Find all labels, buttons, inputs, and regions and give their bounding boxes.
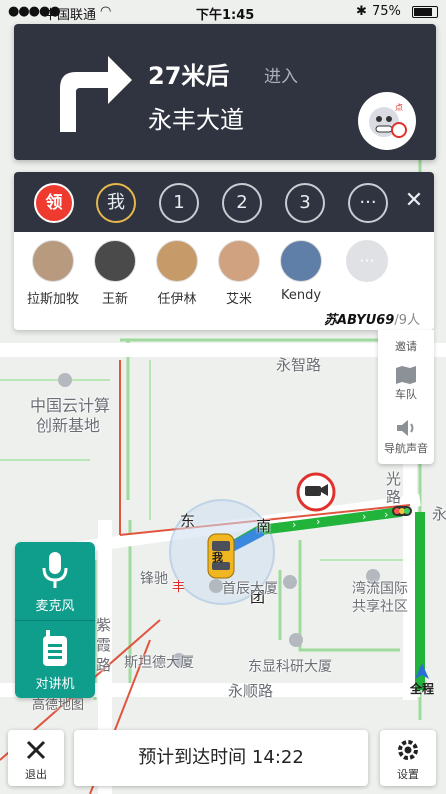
nav-voice-button[interactable]: 导航声音 [378,414,434,456]
wifi-icon: ◠ [100,4,112,19]
group-panel: 领 我 1 2 3 ··· ✕ 拉斯加牧 王新 任伊林 艾米 Kendy ···… [14,172,434,330]
fleet-label: 车队 [395,388,417,401]
road-label-zixia-3: 路 [96,656,112,674]
member-item[interactable]: 任伊林 [146,240,208,307]
avatar [156,240,198,282]
road-label-zixia-2: 霞 [96,636,112,654]
tab-me[interactable]: 我 [96,183,136,223]
close-icon[interactable]: ✕ [400,187,428,215]
avatar [218,240,260,282]
exit-button[interactable]: 退出 [8,730,64,786]
svg-text:›: › [292,518,296,531]
road-label-nan: 南 [256,517,272,535]
settings-button[interactable]: 设置 [380,730,436,786]
poi-label-stanford: 斯坦德大厦 [124,655,194,671]
poi-label-dongxian: 东显科研大厦 [248,659,332,675]
poi-label-fengchi: 锋驰 [140,571,168,587]
avatar [32,240,74,282]
fleet-button[interactable]: 车队 [378,362,434,402]
carrier-name: 中国联通 [44,8,97,23]
tab-channel-2[interactable]: 2 [222,183,262,223]
svg-text:›: › [316,515,320,528]
nav-distance: 27米后 [148,62,230,90]
plate-line: 苏ABYU69/9人 [324,309,420,328]
bluetooth-icon: ✱ [356,4,367,19]
status-time: 下午1:45 [196,8,255,23]
exit-label: 退出 [25,768,47,781]
svg-text:›: › [362,510,366,523]
poi-label-cloud-2: 创新基地 [36,416,101,435]
road-label-lu: 路 [386,488,402,506]
fleet-map-icon [396,366,416,384]
turn-right-arrow-icon [60,56,132,132]
road-label-yong: 永 [432,505,446,523]
battery-level [414,8,432,16]
member-name: 拉斯加牧 [26,292,79,307]
member-name: Kendy [280,288,322,303]
battery-icon [412,6,438,18]
member-count: /9人 [394,313,420,328]
walkie-talkie-icon [43,630,67,666]
walkie-talkie-button[interactable]: 对讲机 [15,620,95,698]
bottom-bar: 退出 预计到达时间 14:22 设置 [0,724,446,794]
road-label-zixia-1: 紫 [96,616,112,634]
nav-mascot-avatar[interactable]: 点 [358,92,416,150]
microphone-button[interactable]: 麦克风 [15,542,95,620]
more-members-icon: ··· [346,240,388,282]
member-item[interactable]: 王新 [84,240,146,307]
svg-text:点: 点 [395,103,403,112]
gear-icon [398,740,418,760]
close-icon [26,740,46,760]
avatar [280,240,322,282]
voice-tools: 麦克风 对讲机 [15,542,95,698]
walkie-talkie-label: 对讲机 [35,677,75,692]
invite-button[interactable]: 邀请 [378,338,434,354]
side-tools: 邀请 车队 导航声音 [378,330,434,464]
member-item[interactable]: 艾米 [208,240,270,307]
more-members-button[interactable]: ··· [336,240,398,282]
road-label-feng: 丰 [172,580,186,595]
svg-text:›: › [384,508,388,521]
poi-label-shouchen: 首辰大厦 [222,581,278,597]
plate-number: 苏ABYU69 [324,313,395,328]
member-name: 王新 [101,292,128,307]
overview-label: 全程 [409,682,434,696]
road-label-dong: 东 [180,512,196,530]
nav-voice-label: 导航声音 [384,442,428,455]
navigation-card: 27米后 进入 永丰大道 点 [14,24,436,160]
tab-more[interactable]: ··· [348,183,388,223]
battery-percent: 75% [372,4,401,19]
member-item[interactable]: Kendy [270,240,332,303]
compass-arrow-icon [415,663,429,679]
poi-label-wanliu-2: 共享社区 [352,599,408,615]
tab-channel-3[interactable]: 3 [285,183,325,223]
status-bar: ●●●●● 中国联通 ◠ 下午1:45 ✱ 75% [0,0,446,24]
microphone-icon [42,552,68,588]
nav-action: 进入 [264,67,298,87]
member-name: 艾米 [225,292,252,307]
microphone-label: 麦克风 [35,599,75,614]
poi-label-wanliu-1: 湾流国际 [352,581,408,597]
invite-label: 邀请 [395,340,417,353]
eta-display[interactable]: 预计到达时间 14:22 [74,730,368,786]
group-tab-bar: 领 我 1 2 3 ··· ✕ [14,172,434,232]
settings-label: 设置 [397,768,419,781]
tab-leader[interactable]: 领 [34,183,74,223]
road-label-yongzhi: 永智路 [276,356,322,374]
overview-button[interactable]: 全程 [400,662,444,697]
nav-road-name: 永丰大道 [148,106,244,134]
mascot-icon: 点 [369,103,407,138]
avatar [94,240,136,282]
road-label-yongshun: 永顺路 [228,682,274,700]
me-marker: 我 [212,551,223,564]
speaker-icon [397,420,414,436]
member-item[interactable]: 拉斯加牧 [22,240,84,307]
tab-channel-1[interactable]: 1 [159,183,199,223]
member-name: 任伊林 [157,292,197,307]
